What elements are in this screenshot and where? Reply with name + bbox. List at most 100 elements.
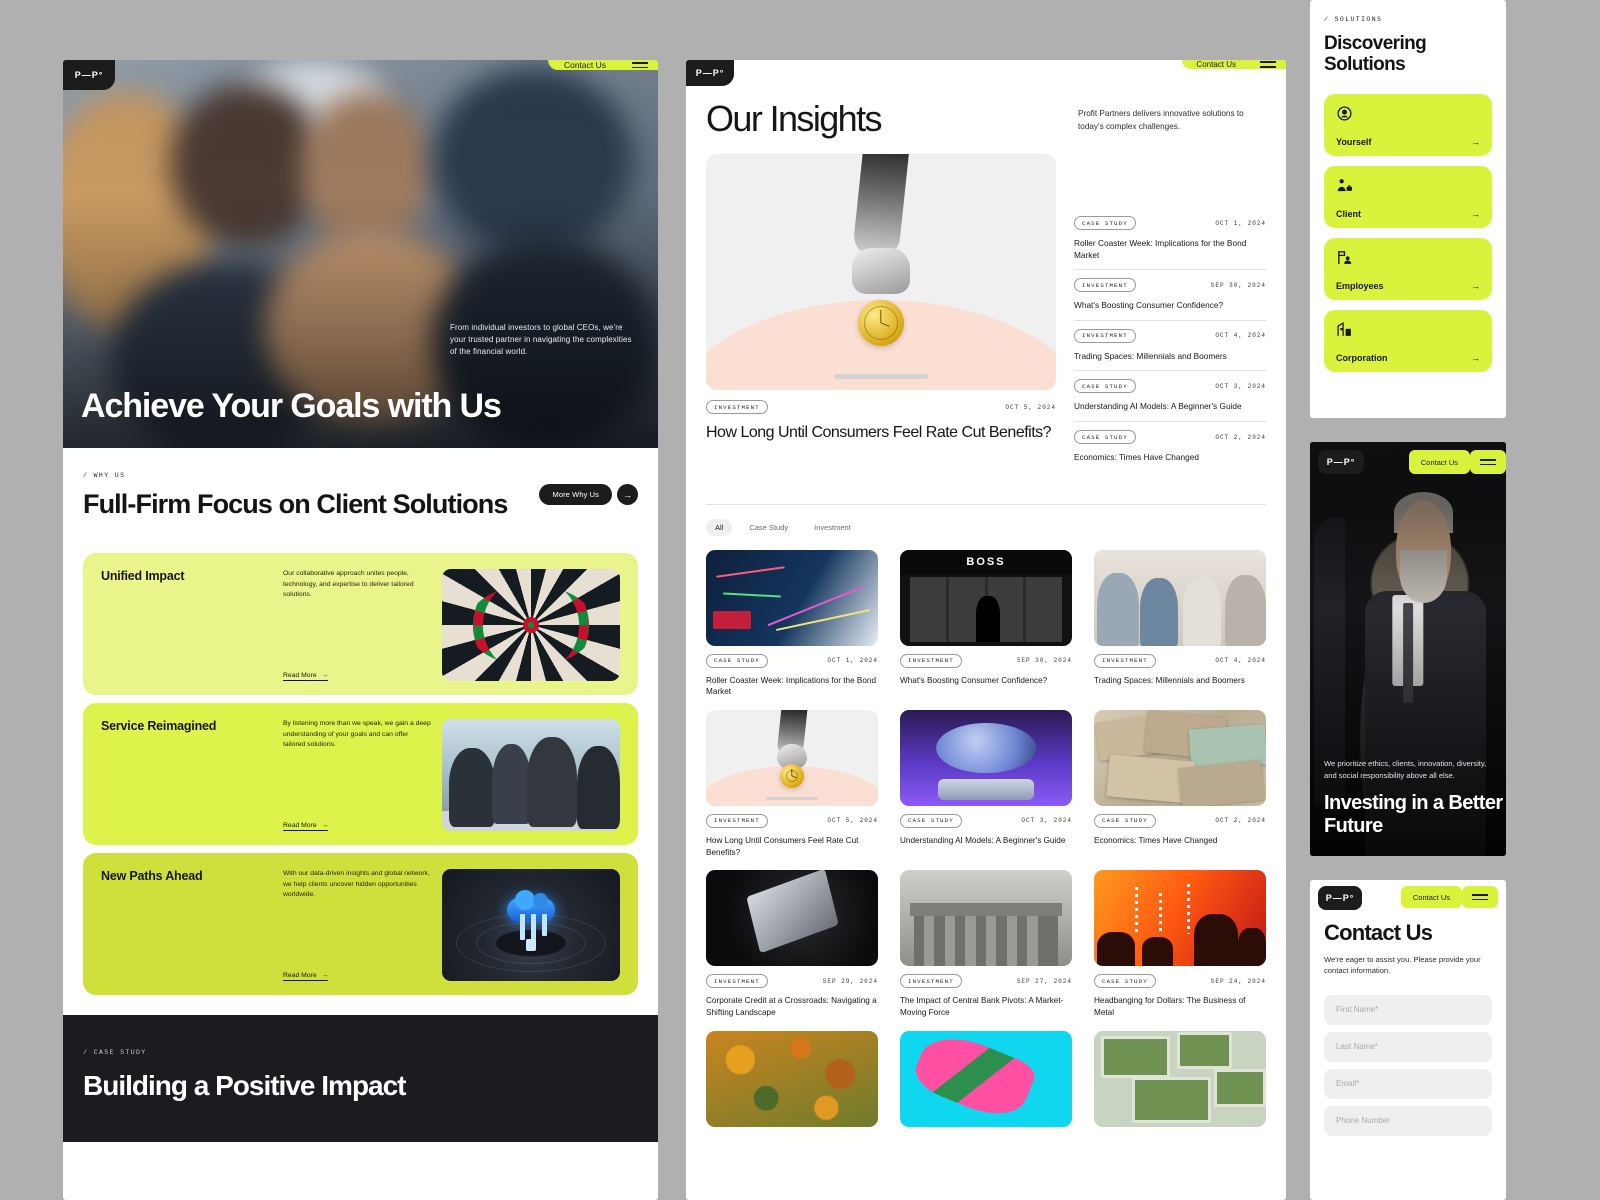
article-tag: CASE STUDY (706, 653, 768, 668)
clock-coin-icon (858, 300, 904, 347)
article-card[interactable] (900, 1030, 1072, 1127)
feature-card[interactable]: Service Reimagined By listening more tha… (83, 703, 638, 846)
article-card[interactable] (706, 1030, 878, 1127)
email-field[interactable]: Email* (1324, 1068, 1492, 1099)
case-study-heading: Building a Positive Impact (83, 1070, 407, 1102)
article-date: OCT 2, 2024 (1215, 433, 1266, 441)
article-card[interactable]: INVESTMENT OCT 5, 2024 How Long Until Co… (706, 709, 878, 858)
article-card[interactable]: INVESTMENT OCT 4, 2024 Trading Spaces: M… (1094, 549, 1266, 698)
filter-tab-investment[interactable]: Investment (805, 519, 860, 536)
feature-card-image-meeting (442, 719, 620, 832)
article-date: OCT 5, 2024 (827, 817, 878, 825)
hero-subtitle: From individual investors to global CEOs… (450, 323, 632, 356)
article-tag: CASE STUDY (1074, 216, 1136, 230)
logo-badge[interactable]: P—P° (63, 60, 115, 90)
solution-card-yourself[interactable]: Yourself → (1324, 93, 1492, 156)
article-card[interactable]: CASE STUDY OCT 2, 2024 Economics: Times … (1094, 709, 1266, 858)
hamburger-menu-icon[interactable] (1470, 450, 1506, 474)
why-us-section: / WHY US Full-Firm Focus on Client Solut… (63, 448, 658, 996)
contact-us-button[interactable]: Contact Us (547, 60, 622, 70)
article-date: SEP 30, 2024 (1210, 281, 1266, 289)
feature-card-title: Unified Impact (101, 569, 185, 584)
hamburger-menu-icon[interactable] (622, 60, 658, 70)
solution-card-corporation[interactable]: Corporation → (1324, 309, 1492, 372)
read-more-link[interactable]: Read More → (283, 972, 329, 982)
logo-badge[interactable]: P—P° (1318, 886, 1362, 910)
article-card[interactable]: BOSS INVESTMENT SEP 30, 2024 What's Boos… (900, 549, 1072, 698)
contact-us-label: Contact Us (563, 60, 606, 70)
contact-title: Contact Us (1324, 920, 1433, 945)
article-card[interactable]: CASE STUDY OCT 1, 2024 Roller Coaster We… (706, 549, 878, 698)
investing-title: Investing in a Better Future (1324, 792, 1503, 837)
article-image-dark-laptop (706, 870, 878, 967)
hero-title: Achieve Your Goals with Us (81, 387, 502, 425)
contact-us-button[interactable]: Contact Us (1408, 450, 1470, 474)
contact-us-button[interactable]: Contact Us (1182, 60, 1250, 69)
investing-panel: P—P° Contact Us We prioritize ethics, cl… (1310, 442, 1506, 856)
article-image-banknotes (1094, 709, 1266, 806)
article-card[interactable] (1094, 1030, 1266, 1127)
article-tag: INVESTMENT (900, 653, 962, 668)
feature-card-image-dartboard (442, 569, 620, 682)
solution-card-employees[interactable]: Employees → (1324, 237, 1492, 300)
article-image-concert-crowd (1094, 870, 1266, 967)
read-more-link[interactable]: Read More → (283, 822, 329, 832)
list-item[interactable]: INVESTMENT OCT 4, 2024 Trading Spaces: M… (1074, 328, 1266, 372)
page-title: Our Insights (706, 98, 882, 139)
header-bar: P—P° Contact Us (1310, 880, 1506, 910)
contact-subtitle: We're eager to assist you. Please provid… (1324, 955, 1481, 976)
list-item[interactable]: INVESTMENT SEP 30, 2024 What's Boosting … (1074, 278, 1266, 321)
article-card[interactable]: CASE STUDY SEP 24, 2024 Headbanging for … (1094, 870, 1266, 1018)
article-date: OCT 3, 2024 (1215, 382, 1266, 390)
person-briefcase-icon (1336, 178, 1353, 198)
header-actions: Contact Us (547, 60, 658, 70)
article-date: OCT 2, 2024 (1215, 817, 1266, 825)
insights-side-list: CASE STUDY OCT 1, 2024 Roller Coaster We… (1074, 154, 1266, 480)
phone-number-field[interactable]: Phone Number (1324, 1105, 1492, 1136)
read-more-link[interactable]: Read More → (283, 672, 329, 682)
article-date: OCT 4, 2024 (1215, 332, 1266, 340)
hamburger-menu-icon[interactable] (1250, 60, 1286, 69)
solution-card-label: Employees (1336, 280, 1384, 291)
contact-us-button[interactable]: Contact Us (1400, 886, 1462, 908)
feature-card[interactable]: New Paths Ahead With our data-driven ins… (83, 853, 638, 996)
logo-badge[interactable]: P—P° (686, 60, 734, 86)
last-name-field[interactable]: Last Name* (1324, 1031, 1492, 1062)
article-tag: CASE STUDY (1094, 813, 1156, 828)
hamburger-menu-icon[interactable] (1462, 886, 1498, 908)
article-title: Roller Coaster Week: Implications for th… (706, 675, 877, 697)
arrow-right-icon: → (1471, 280, 1480, 291)
feature-card[interactable]: Unified Impact Our collaborative approac… (83, 553, 638, 696)
first-name-field[interactable]: First Name* (1324, 994, 1492, 1025)
article-image-pink-glove (900, 1030, 1072, 1127)
more-why-us-group: More Why Us → (539, 484, 638, 505)
article-title: Trading Spaces: Millennials and Boomers (1074, 350, 1227, 361)
featured-article[interactable]: INVESTMENT OCT 5, 2024 How Long Until Co… (706, 154, 1056, 480)
arrow-right-icon[interactable]: → (617, 484, 638, 505)
filter-tab-all[interactable]: All (706, 518, 733, 536)
article-card[interactable]: CASE STUDY OCT 3, 2024 Understanding AI … (900, 709, 1072, 858)
article-card[interactable]: INVESTMENT SEP 29, 2024 Corporate Credit… (706, 870, 878, 1018)
header-bar: P—P° Contact Us (686, 60, 1286, 94)
user-circle-icon (1336, 106, 1353, 126)
list-item[interactable]: CASE STUDY OCT 3, 2024 Understanding AI … (1074, 379, 1266, 423)
why-us-eyebrow: / WHY US (83, 472, 126, 479)
article-card[interactable]: INVESTMENT SEP 27, 2024 The Impact of Ce… (900, 870, 1072, 1018)
list-item[interactable]: CASE STUDY OCT 1, 2024 Roller Coaster We… (1074, 216, 1266, 271)
article-title: Understanding AI Models: A Beginner's Gu… (900, 835, 1066, 845)
article-title: Economics: Times Have Changed (1094, 835, 1218, 845)
solution-card-client[interactable]: Client → (1324, 165, 1492, 228)
article-title: Corporate Credit at a Crossroads: Naviga… (706, 996, 877, 1017)
more-why-us-button[interactable]: More Why Us (539, 484, 612, 505)
feature-card-image-cloud-tech (442, 869, 620, 982)
list-item[interactable]: CASE STUDY OCT 2, 2024 Economics: Times … (1074, 430, 1266, 472)
feature-card-desc: Our collaborative approach unites people… (283, 570, 414, 599)
insights-page-panel: P—P° Contact Us Our Insights Profit Part… (686, 60, 1286, 1200)
article-tag: CASE STUDY (900, 813, 962, 828)
filter-tab-case-study[interactable]: Case Study (740, 519, 797, 536)
article-date: SEP 30, 2024 (1016, 657, 1072, 665)
article-tag: CASE STUDY (1074, 379, 1136, 394)
logo-badge[interactable]: P—P° (1318, 450, 1364, 474)
article-image-autumn-forest (706, 1030, 878, 1127)
article-image-ai-network (900, 709, 1072, 806)
